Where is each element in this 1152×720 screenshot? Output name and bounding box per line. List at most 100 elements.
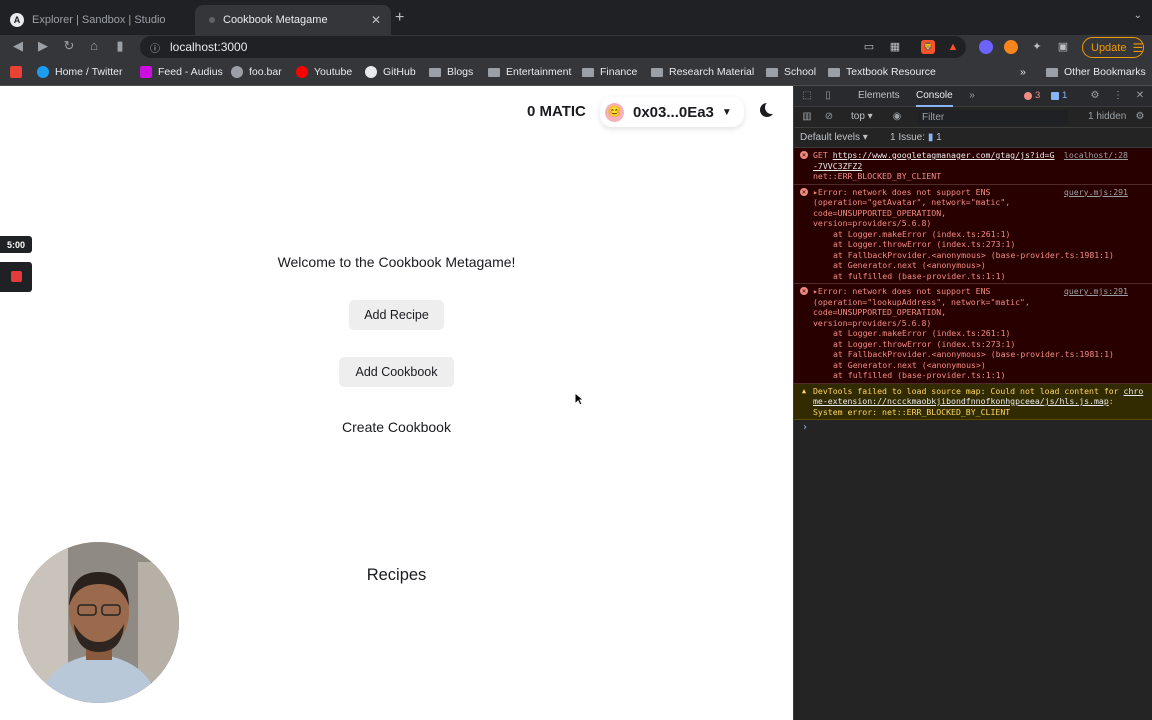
- bookmark-label: foo.bar: [249, 66, 282, 78]
- bookmark-folder-other[interactable]: Other Bookmarks: [1046, 66, 1146, 78]
- context-selector[interactable]: top ▾: [851, 111, 873, 122]
- studio-favicon-icon: A: [10, 13, 24, 27]
- tab-elements[interactable]: Elements: [858, 90, 900, 101]
- close-devtools-icon[interactable]: ✕: [1134, 90, 1146, 102]
- tab-cookbook-metagame[interactable]: Cookbook Metagame ✕: [195, 5, 391, 35]
- balance-display: 0 MATIC: [527, 103, 586, 120]
- console-filter-bar: ▥ ⊘ top ▾ ◉ Filter 1 hidden ⚙: [794, 107, 1152, 128]
- clear-console-icon[interactable]: ⊘: [823, 111, 835, 123]
- new-tab-icon[interactable]: +: [395, 9, 404, 27]
- menu-icon: ☰: [1132, 40, 1144, 55]
- gmail-bookmark[interactable]: [10, 66, 28, 78]
- bookmark-folder-finance[interactable]: Finance: [582, 66, 637, 78]
- stack-frame: at Generator.next (<anonymous>): [833, 260, 986, 270]
- close-tab-icon[interactable]: ✕: [371, 13, 381, 27]
- extensions-icon[interactable]: ✦: [1030, 40, 1044, 54]
- error-icon: ✕: [800, 151, 808, 159]
- issues-icon: ▮: [927, 132, 934, 143]
- folder-icon: [1046, 67, 1058, 77]
- error-icon: ✕: [800, 287, 808, 295]
- inspect-icon[interactable]: ⬚: [801, 90, 813, 102]
- log-levels-dropdown[interactable]: Default levels ▾: [800, 132, 868, 143]
- bookmark-folder-school[interactable]: School: [766, 66, 816, 78]
- create-cookbook-heading: Create Cookbook: [342, 419, 451, 435]
- cast-icon[interactable]: ▭: [862, 40, 876, 54]
- stack-frame: at Logger.throwError (index.ts:273:1): [833, 338, 1016, 349]
- bookmark-folder-entertainment[interactable]: Entertainment: [488, 66, 571, 78]
- message-source-link[interactable]: query.mjs:291: [1064, 286, 1128, 297]
- presenter-video-icon: [18, 542, 179, 703]
- error-count-badge[interactable]: 3: [1024, 90, 1040, 101]
- stack-frame: at FallbackProvider.<anonymous> (base-pr…: [833, 249, 1114, 260]
- console-error[interactable]: ✕ query.mjs:291 ▸Error: network does not…: [794, 284, 1152, 384]
- console-filter-input[interactable]: Filter: [918, 110, 1068, 125]
- folder-icon: [651, 67, 663, 77]
- tab-console[interactable]: Console: [916, 90, 953, 107]
- message-link[interactable]: https://www.googletagmanager.com/gtag/js…: [813, 150, 1055, 171]
- device-toolbar-icon[interactable]: ▯: [822, 90, 834, 102]
- mouse-cursor-icon: [574, 392, 584, 406]
- message-count: 1: [1062, 90, 1068, 101]
- more-tabs-icon[interactable]: »: [966, 90, 978, 102]
- warning-icon: ▲: [801, 386, 807, 395]
- tab-search-icon[interactable]: ⌄: [1134, 10, 1142, 21]
- add-cookbook-button[interactable]: Add Cookbook: [339, 357, 454, 387]
- bookmark-folder-research[interactable]: Research Material: [651, 66, 754, 78]
- bookmark-label: Textbook Resource: [846, 66, 936, 78]
- console-prompt-input[interactable]: ›: [794, 420, 1152, 437]
- browser-toolbar: ◀ ▶ ↻ ⌂ ▮ ⓘ localhost:3000 ▭ ▦ 🦁 ▲ ✦ ▣ U…: [0, 35, 1152, 60]
- message-source-link[interactable]: localhost/:28: [1064, 150, 1128, 161]
- hidden-count: 1 hidden: [1088, 111, 1127, 122]
- bookmark-label: Research Material: [669, 66, 755, 78]
- account-button[interactable]: 😊 0x03...0Ea3 ▼: [600, 97, 744, 127]
- wallet-icon[interactable]: ▣: [1056, 40, 1070, 54]
- bookmark-audius[interactable]: Feed - Audius: [140, 66, 223, 78]
- live-expression-icon[interactable]: ◉: [891, 111, 903, 123]
- metamask-icon[interactable]: [1004, 40, 1018, 54]
- forward-icon[interactable]: ▶: [33, 38, 53, 54]
- welcome-heading: Welcome to the Cookbook Metagame!: [277, 254, 516, 270]
- error-count: 3: [1035, 90, 1041, 101]
- brave-shields-icon[interactable]: 🦁: [921, 40, 935, 54]
- extension-icon[interactable]: [979, 40, 993, 54]
- bookmark-label: Other Bookmarks: [1064, 66, 1146, 78]
- bookmark-youtube[interactable]: Youtube: [296, 66, 352, 78]
- bookmark-github[interactable]: GitHub: [365, 66, 416, 78]
- stack-frame: at Generator.next (<anonymous>): [833, 359, 986, 370]
- issues-button[interactable]: 1 Issue: ▮ 1: [890, 132, 942, 143]
- tab-explorer[interactable]: A Explorer | Sandbox | Studio: [0, 5, 195, 35]
- stack-frame: at fulfilled (base-provider.ts:1:1): [833, 370, 1006, 380]
- error-icon: ✕: [800, 187, 808, 196]
- bookmark-label: Home / Twitter: [55, 66, 123, 78]
- console-error[interactable]: ✕ query.mjs:291 ▸Error: network does not…: [794, 184, 1152, 284]
- console-settings-icon[interactable]: ⚙: [1134, 111, 1146, 123]
- reload-icon[interactable]: ↻: [59, 38, 79, 54]
- address-bar[interactable]: ⓘ localhost:3000: [140, 36, 966, 58]
- console-error: ✕ localhost/:28 GET https://www.googleta…: [794, 148, 1152, 185]
- bookmark-label: Finance: [600, 66, 638, 78]
- sidebar-toggle-icon[interactable]: ▥: [801, 111, 813, 123]
- bookmark-label: School: [784, 66, 817, 78]
- message-count-badge[interactable]: 1: [1051, 90, 1067, 101]
- add-recipe-button[interactable]: Add Recipe: [349, 300, 444, 330]
- bookmark-twitter[interactable]: Home / Twitter: [37, 66, 123, 78]
- issues-label: 1 Issue:: [890, 132, 926, 143]
- brave-rewards-icon[interactable]: ▲: [946, 40, 960, 54]
- folder-icon: [582, 67, 594, 77]
- kebab-menu-icon[interactable]: ⋮: [1112, 90, 1124, 102]
- dark-mode-toggle-icon[interactable]: [760, 101, 778, 117]
- home-icon[interactable]: ⌂: [84, 38, 104, 53]
- bookmark-foobar[interactable]: foo.bar: [231, 66, 282, 78]
- update-button[interactable]: Update ☰: [1082, 37, 1144, 58]
- qr-icon[interactable]: ▦: [888, 40, 902, 54]
- settings-icon[interactable]: ⚙: [1089, 90, 1101, 102]
- site-info-icon[interactable]: ⓘ: [150, 40, 160, 55]
- back-icon[interactable]: ◀: [8, 38, 28, 54]
- bookmark-icon[interactable]: ▮: [110, 38, 130, 54]
- bookmark-folder-blogs[interactable]: Blogs: [429, 66, 473, 78]
- bookmark-folder-textbook[interactable]: Textbook Resource: [828, 66, 936, 78]
- message-source-link[interactable]: query.mjs:291: [1064, 187, 1128, 198]
- stack-frame: at Logger.makeError (index.ts:261:1): [833, 228, 1011, 239]
- more-bookmarks-icon[interactable]: »: [1020, 66, 1026, 78]
- webcam-overlay: [18, 542, 179, 703]
